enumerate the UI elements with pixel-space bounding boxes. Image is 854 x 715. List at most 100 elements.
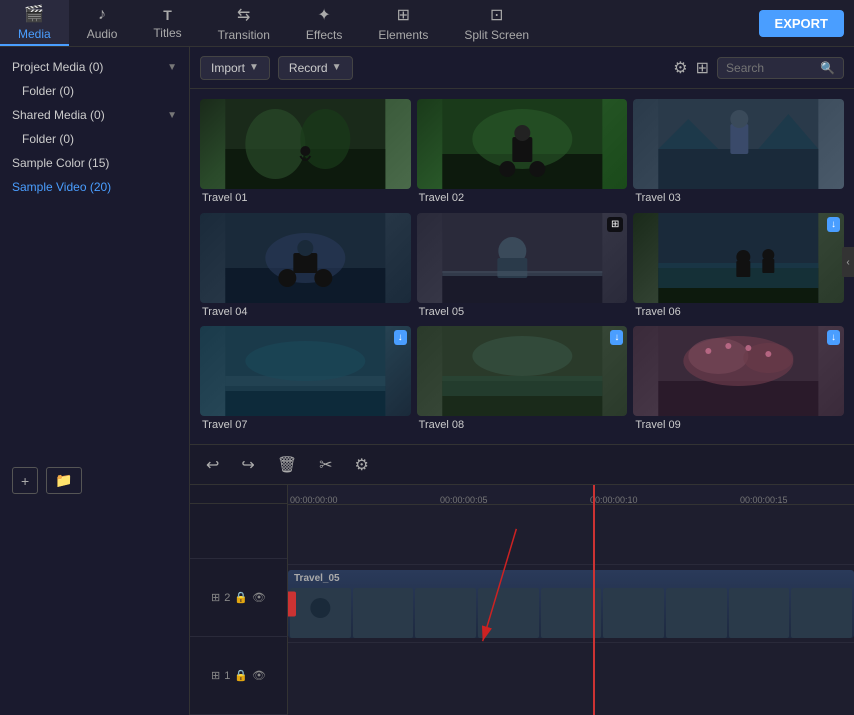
media-toolbar: Import ▼ Record ▼ ⚙ ⊞ 🔍: [190, 47, 854, 89]
download-badge-07: ↓: [394, 330, 407, 345]
track-header-2: ⊞ 2 🔒 👁: [190, 559, 288, 637]
sidebar-item-project-media[interactable]: Project Media (0) ▼: [0, 55, 189, 79]
clip-thumb-3: [415, 588, 476, 638]
clip-thumb-4: [478, 588, 539, 638]
video-thumb-travel04: [200, 213, 411, 303]
add-folder-button[interactable]: 📁: [46, 467, 81, 494]
video-card-travel02[interactable]: Travel 02: [417, 99, 628, 207]
nav-titles[interactable]: T Titles: [135, 0, 199, 46]
video-card-travel08[interactable]: ↓ Travel 08: [417, 326, 628, 434]
timeline-left: ⊞ 2 🔒 👁 ⊞ 1 🔒 👁: [190, 485, 288, 715]
delete-button[interactable]: 🗑: [271, 452, 303, 478]
grid-badge: ⊞: [607, 217, 623, 232]
timeline-clip[interactable]: Travel_05: [288, 570, 854, 638]
video-card-travel09[interactable]: ↓ Travel 09: [633, 326, 844, 434]
clip-thumb-5: [541, 588, 602, 638]
track-lock-icon-1[interactable]: 🔒: [234, 669, 248, 682]
video-label-travel04: Travel 04: [200, 306, 411, 318]
video-label-travel05: Travel 05: [417, 306, 628, 318]
media-icon: 🎬: [24, 4, 44, 24]
nav-effects[interactable]: ✦ Effects: [288, 0, 360, 46]
video-label-travel09: Travel 09: [633, 419, 844, 431]
toolbar-icons: ⚙ ⊞: [673, 58, 709, 78]
video-thumb-travel07: ↓: [200, 326, 411, 416]
video-label-travel03: Travel 03: [633, 192, 844, 204]
video-card-travel07[interactable]: ↓ Travel 07: [200, 326, 411, 434]
titles-icon: T: [163, 7, 172, 23]
undo-button[interactable]: ↩: [200, 452, 225, 478]
sidebar-item-sample-video[interactable]: Sample Video (20): [0, 175, 189, 199]
video-card-travel05[interactable]: ⊞ Travel 05: [417, 213, 628, 321]
time-ruler: 00:00:00:00 00:00:00:05 00:00:00:10 00:0…: [288, 485, 854, 505]
video-label-travel02: Travel 02: [417, 192, 628, 204]
track-num-2: 2: [224, 592, 230, 604]
adjust-button[interactable]: ⚙: [349, 452, 375, 478]
video-card-travel03[interactable]: Travel 03: [633, 99, 844, 207]
search-box: 🔍: [717, 57, 844, 79]
video-card-travel06[interactable]: ↓ Travel 06: [633, 213, 844, 321]
video-thumb-travel06: ↓: [633, 213, 844, 303]
sidebar-item-shared-media[interactable]: Shared Media (0) ▼: [0, 103, 189, 127]
sidebar: Project Media (0) ▼ Folder (0) Shared Me…: [0, 47, 190, 715]
redo-button[interactable]: ↪: [235, 452, 260, 478]
elements-icon: ⊞: [397, 5, 410, 25]
right-panel: Import ▼ Record ▼ ⚙ ⊞ 🔍: [190, 47, 854, 715]
import-dropdown[interactable]: Import ▼: [200, 56, 270, 80]
video-card-travel04[interactable]: Travel 04: [200, 213, 411, 321]
cut-button[interactable]: ✂: [313, 452, 338, 478]
main-layout: Project Media (0) ▼ Folder (0) Shared Me…: [0, 47, 854, 715]
add-media-button[interactable]: +: [12, 467, 38, 494]
top-nav: 🎬 Media ♪ Audio T Titles ⇆ Transition ✦ …: [0, 0, 854, 47]
splitscreen-icon: ⊡: [490, 5, 503, 25]
video-label-travel08: Travel 08: [417, 419, 628, 431]
sidebar-item-folder-1[interactable]: Folder (0): [0, 127, 189, 151]
record-dropdown[interactable]: Record ▼: [278, 56, 353, 80]
timeline-area: ↩ ↪ 🗑 ✂ ⚙ ⊞ 2 🔒: [190, 444, 854, 715]
track-2-content: Travel_05: [288, 565, 854, 643]
video-thumb-travel01: [200, 99, 411, 189]
search-input[interactable]: [726, 61, 816, 75]
download-badge-09: ↓: [827, 330, 840, 345]
grid-icon[interactable]: ⊞: [696, 58, 709, 78]
collapse-handle[interactable]: ‹: [842, 247, 854, 277]
export-button[interactable]: EXPORT: [759, 10, 844, 37]
clip-thumbnails: [288, 570, 854, 638]
track-lock-icon-2[interactable]: 🔒: [234, 591, 248, 604]
track-icon-2: ⊞: [211, 591, 220, 604]
time-mark-5: 00:00:00:05: [440, 495, 488, 505]
nav-elements[interactable]: ⊞ Elements: [360, 0, 446, 46]
transition-icon: ⇆: [237, 5, 250, 25]
chevron-down-icon: ▼: [167, 62, 177, 73]
sidebar-item-sample-color[interactable]: Sample Color (15): [0, 151, 189, 175]
filter-icon[interactable]: ⚙: [673, 58, 687, 78]
video-grid: Travel 01 Travel 02: [190, 89, 854, 444]
nav-transition[interactable]: ⇆ Transition: [200, 0, 288, 46]
track-num-1: 1: [224, 670, 230, 682]
clip-thumb-2: [353, 588, 414, 638]
video-card-travel01[interactable]: Travel 01: [200, 99, 411, 207]
video-thumb-travel09: ↓: [633, 326, 844, 416]
time-mark-0: 00:00:00:00: [290, 495, 338, 505]
track-icon-1: ⊞: [211, 669, 220, 682]
timeline-right: 00:00:00:00 00:00:00:05 00:00:00:10 00:0…: [288, 485, 854, 715]
audio-icon: ♪: [98, 6, 106, 24]
video-thumb-travel08: ↓: [417, 326, 628, 416]
track-1-content: [288, 643, 854, 715]
video-label-travel07: Travel 07: [200, 419, 411, 431]
track-header-1: ⊞ 1 🔒 👁: [190, 637, 288, 715]
track-eye-icon-2[interactable]: 👁: [252, 591, 266, 604]
video-thumb-travel03: [633, 99, 844, 189]
sidebar-item-folder-0[interactable]: Folder (0): [0, 79, 189, 103]
nav-media[interactable]: 🎬 Media: [0, 0, 69, 46]
download-badge-06: ↓: [827, 217, 840, 232]
video-label-travel01: Travel 01: [200, 192, 411, 204]
clip-label: Travel_05: [294, 573, 340, 584]
track-eye-icon-1[interactable]: 👁: [252, 669, 266, 682]
video-label-travel06: Travel 06: [633, 306, 844, 318]
search-icon: 🔍: [820, 61, 835, 75]
nav-audio[interactable]: ♪ Audio: [69, 0, 136, 46]
nav-splitscreen[interactable]: ⊡ Split Screen: [446, 0, 547, 46]
clip-thumb-1: [290, 588, 351, 638]
clip-thumb-8: [729, 588, 790, 638]
download-badge-08: ↓: [610, 330, 623, 345]
